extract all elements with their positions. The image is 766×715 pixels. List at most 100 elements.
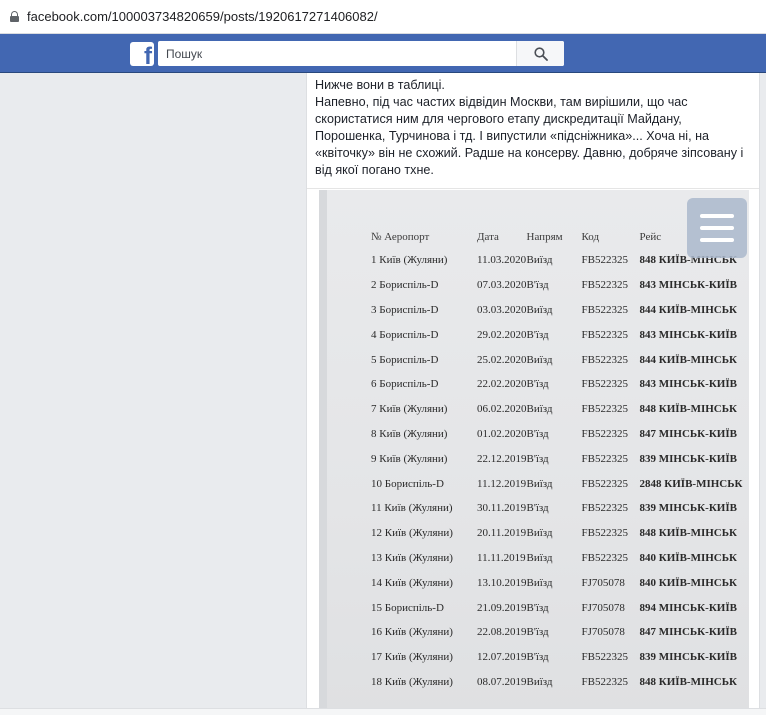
table-cell: 2 Бориспіль-D [371, 279, 439, 292]
table-row: 5 Бориспіль-D 25.02.2020 Виїзд FB522325 844 … [367, 347, 742, 372]
table-cell: 10 Бориспіль-D [371, 477, 444, 490]
table-row: 12 Київ (Жуляни) 20.11.2019 Виїзд FB522325 8… [367, 521, 742, 546]
table-cell: 15 Бориспіль-D [371, 601, 444, 614]
table-cell: FB522325 [581, 303, 628, 316]
table-cell: 1 Київ (Жуляни) [371, 254, 448, 267]
table-cell: 22.08.2019 [477, 626, 527, 639]
facebook-top-bar: f [0, 34, 766, 73]
facebook-logo-icon[interactable]: f [130, 42, 154, 66]
table-cell: FB522325 [581, 675, 628, 688]
table-cell: 11.03.2020 [477, 254, 527, 267]
table-cell: 13 Київ (Жуляни) [371, 551, 453, 564]
table-row: 15 Бориспіль-D 21.09.2019 В'їзд FJ705078 894… [367, 595, 742, 620]
search-box [158, 41, 564, 66]
table-row: 10 Бориспіль-D 11.12.2019 Виїзд FB522325 284… [367, 471, 742, 496]
url-text[interactable]: facebook.com/100003734820659/posts/19206… [27, 9, 378, 24]
table-cell: В'їзд [526, 626, 549, 639]
table-cell: В'їзд [526, 452, 549, 465]
table-cell: 843 МІНСЬК-КИЇВ [639, 328, 737, 341]
table-cell: 22.02.2020 [477, 378, 527, 391]
table-row: 14 Київ (Жуляни) 13.10.2019 Виїзд FJ705078 8… [367, 570, 742, 595]
table-cell: 21.09.2019 [477, 601, 527, 614]
table-cell: 6 Бориспіль-D [371, 378, 439, 391]
table-cell: Виїзд [526, 551, 553, 564]
table-cell: Виїзд [526, 403, 553, 416]
table-cell: 07.03.2020 [477, 279, 527, 292]
table-cell: 29.02.2020 [477, 328, 527, 341]
table-cell: FB522325 [581, 279, 628, 292]
post-card: Нижче вони в таблиці. Напевно, під час ч… [306, 73, 760, 715]
column-header: Напрям [526, 231, 563, 243]
table-cell: 03.03.2020 [477, 303, 527, 316]
table-cell: 843 МІНСЬК-КИЇВ [639, 279, 737, 292]
post-photo[interactable]: № Аеропорт Дата Напрям Код Рейс 1 Київ (… [319, 190, 749, 715]
table-cell: 894 МІНСЬК-КИЇВ [639, 601, 737, 614]
table-cell: FB522325 [581, 403, 628, 416]
table-cell: FB522325 [581, 254, 628, 267]
column-header: Код [581, 231, 600, 243]
post-text: Нижче вони в таблиці. Напевно, під час ч… [307, 73, 759, 179]
table-cell: В'їзд [526, 328, 549, 341]
table-row: 7 Київ (Жуляни) 06.02.2020 Виїзд FB522325 84… [367, 397, 742, 422]
table-cell: 20.11.2019 [477, 527, 527, 540]
table-cell: 14 Київ (Жуляни) [371, 576, 453, 589]
table-row: 6 Бориспіль-D 22.02.2020 В'їзд FB522325 843 … [367, 372, 742, 397]
table-row: 17 Київ (Жуляни) 12.07.2019 В'їзд FB522325 8… [367, 645, 742, 670]
table-row: 11 Київ (Жуляни) 30.11.2019 В'їзд FB522325 8… [367, 496, 742, 521]
table-cell: 847 МІНСЬК-КИЇВ [639, 427, 737, 440]
table-cell: 848 КИЇВ-МІНСЬК [639, 675, 737, 688]
search-button[interactable] [516, 41, 564, 66]
table-cell: Виїзд [526, 527, 553, 540]
table-cell: 01.02.2020 [477, 427, 527, 440]
table-cell: 12.07.2019 [477, 651, 527, 664]
lock-icon [10, 11, 19, 22]
table-cell: 8 Київ (Жуляни) [371, 427, 448, 440]
table-cell: FB522325 [581, 353, 628, 366]
table-cell: 22.12.2019 [477, 452, 527, 465]
table-row: 9 Київ (Жуляни) 22.12.2019 В'їзд FB522325 83… [367, 446, 742, 471]
column-header: № Аеропорт [371, 231, 430, 243]
table-row: 13 Київ (Жуляни) 11.11.2019 Виїзд FB522325 8… [367, 546, 742, 571]
table-row: 8 Київ (Жуляни) 01.02.2020 В'їзд FB522325 84… [367, 422, 742, 447]
table-cell: В'їзд [526, 279, 549, 292]
column-header: Дата [477, 231, 499, 243]
table-cell: 30.11.2019 [477, 502, 527, 515]
table-cell: 4 Бориспіль-D [371, 328, 439, 341]
table-cell: 848 КИЇВ-МІНСЬК [639, 527, 737, 540]
table-cell: 11 Київ (Жуляни) [371, 502, 453, 515]
table-cell: FB522325 [581, 328, 628, 341]
table-cell: 2848 КИЇВ-МІНСЬК [639, 477, 743, 490]
table-cell: 844 КИЇВ-МІНСЬК [639, 353, 737, 366]
table-cell: FB522325 [581, 551, 628, 564]
table-cell: 12 Київ (Жуляни) [371, 527, 453, 540]
table-cell: FJ705078 [581, 601, 625, 614]
post-text-line: Нижче вони в таблиці. [315, 78, 445, 92]
table-cell: 843 МІНСЬК-КИЇВ [639, 378, 737, 391]
table-cell: Виїзд [526, 303, 553, 316]
table-cell: 840 КИЇВ-МІНСЬК [639, 576, 737, 589]
table-cell: FB522325 [581, 527, 628, 540]
table-cell: 5 Бориспіль-D [371, 353, 439, 366]
table-cell: FB522325 [581, 378, 628, 391]
table-cell: 844 КИЇВ-МІНСЬК [639, 303, 737, 316]
table-cell: 17 Київ (Жуляни) [371, 651, 453, 664]
table-cell: 848 КИЇВ-МІНСЬК [639, 403, 737, 416]
table-cell: 839 МІНСЬК-КИЇВ [639, 651, 737, 664]
search-icon [533, 46, 548, 61]
table-row: 16 Київ (Жуляни) 22.08.2019 В'їзд FJ705078 8… [367, 620, 742, 645]
table-cell: Виїзд [526, 675, 553, 688]
browser-address-bar[interactable]: facebook.com/100003734820659/posts/19206… [0, 0, 766, 34]
search-input[interactable] [158, 41, 516, 66]
table-cell: В'їзд [526, 651, 549, 664]
table-cell: 840 КИЇВ-МІНСЬК [639, 551, 737, 564]
hamburger-menu-icon[interactable] [687, 198, 747, 258]
table-cell: 839 МІНСЬК-КИЇВ [639, 502, 737, 515]
table-cell: FJ705078 [581, 626, 625, 639]
table-cell: 18 Київ (Жуляни) [371, 675, 453, 688]
table-cell: Виїзд [526, 477, 553, 490]
table-row: 2 Бориспіль-D 07.03.2020 В'їзд FB522325 843 … [367, 273, 742, 298]
document-photo: № Аеропорт Дата Напрям Код Рейс 1 Київ (… [327, 190, 749, 715]
table-cell: 9 Київ (Жуляни) [371, 452, 448, 465]
table-cell: 839 МІНСЬК-КИЇВ [639, 452, 737, 465]
table-cell: В'їзд [526, 502, 549, 515]
